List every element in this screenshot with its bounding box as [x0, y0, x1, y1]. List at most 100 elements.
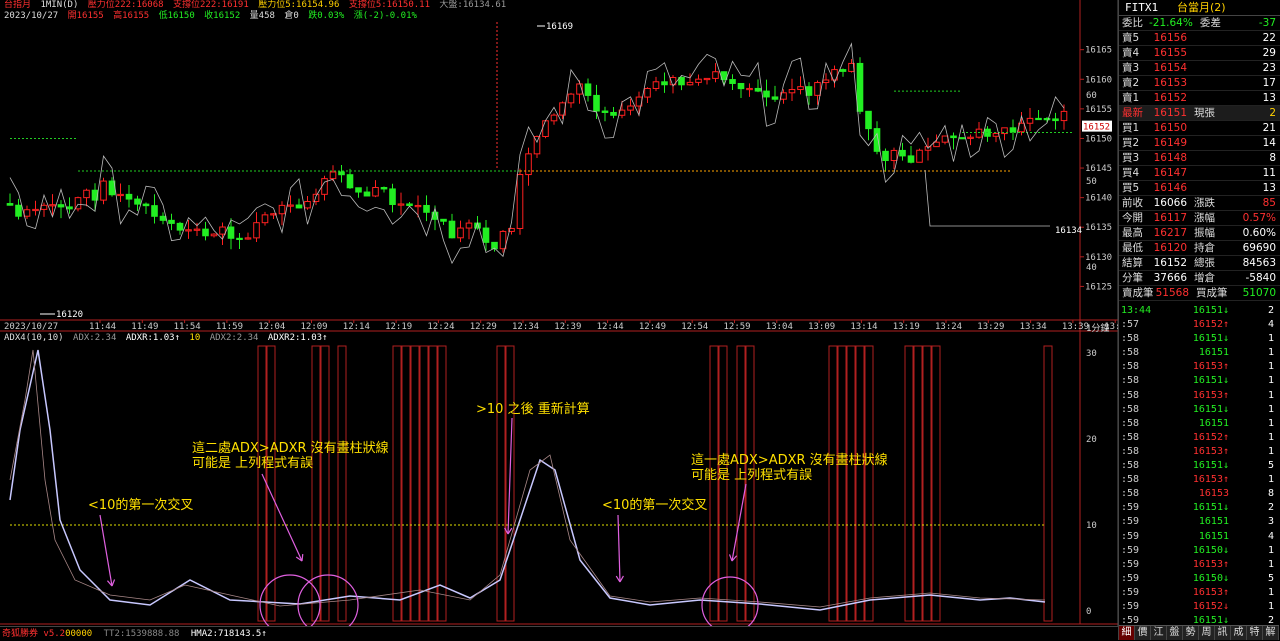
stat-value: 85	[1262, 197, 1276, 209]
bid-row: 買2 16149 14	[1119, 136, 1280, 151]
price-axis-label: 16160	[1085, 75, 1112, 85]
ask-price: 16155	[1153, 47, 1187, 59]
candle-body	[278, 204, 286, 215]
candle-body	[219, 226, 226, 235]
candle-body	[499, 230, 507, 250]
tick-price: 16151↓	[1192, 333, 1229, 345]
panel-tab-3[interactable]: 盤	[1167, 626, 1183, 640]
candle-body	[678, 77, 685, 86]
tick-qty: 1	[1267, 544, 1274, 556]
tick-price: 16151	[1198, 417, 1229, 429]
panel-tab-4[interactable]: 勢	[1183, 626, 1199, 640]
tick-row: :59 16151↓ 2	[1119, 501, 1280, 515]
candle-body	[907, 155, 915, 163]
symbol-name[interactable]: 台當月(2)	[1177, 0, 1280, 15]
stat-label: 漲跌	[1194, 197, 1215, 209]
candle-body	[695, 78, 702, 83]
candle-body	[1043, 118, 1051, 121]
candle-body	[729, 79, 736, 84]
time-axis-label: 12:44	[597, 322, 624, 332]
last-qty-label: 現張	[1194, 107, 1215, 119]
time-axis-label: 12:59	[724, 322, 751, 332]
annotation-arrow	[99, 514, 113, 587]
bid-label: 買5	[1122, 182, 1140, 194]
tick-time: :59	[1121, 600, 1140, 612]
tick-list[interactable]: 13:44 16151↓ 2:57 16152↑ 4:58 16151↓ 1:58 16151…	[1119, 304, 1280, 628]
index-mark: 16134	[1055, 226, 1082, 236]
chart-header-row2: 2023/10/27 開16155 高16155 低16150 收16152 量…	[4, 11, 421, 22]
ask-row: 賣3 16154 23	[1119, 61, 1280, 76]
panel-tab-7[interactable]: 成	[1231, 626, 1247, 640]
stat-label: 最高	[1122, 227, 1143, 239]
tick-qty: 8	[1267, 488, 1274, 500]
candle-body	[295, 204, 303, 209]
candle-body	[253, 222, 260, 239]
candle-body	[865, 110, 872, 130]
tick-qty: 4	[1267, 530, 1274, 542]
tick-row: :59 16150↓ 5	[1119, 572, 1280, 586]
candle-body	[363, 191, 371, 197]
adx-column	[837, 345, 847, 622]
panel-tab-8[interactable]: 特	[1247, 626, 1263, 640]
interval-label: 1MIN(D)	[40, 0, 79, 10]
candle-body	[117, 193, 124, 197]
panel-tab-6[interactable]: 訊	[1215, 626, 1231, 640]
panel-tab-5[interactable]: 周	[1199, 626, 1215, 640]
ask-qty: 29	[1262, 47, 1276, 59]
bid-ask-ratio-value: -21.64%	[1149, 17, 1193, 29]
candle-body	[1026, 117, 1034, 124]
panel-tab-0[interactable]: 細	[1119, 626, 1135, 640]
panel-tab-2[interactable]: 江	[1151, 626, 1167, 640]
tick-price: 16150↓	[1192, 572, 1229, 584]
time-axis-label: 13:19	[893, 322, 920, 332]
stat-value: 16217	[1153, 227, 1187, 239]
adxr2-value: ADXR2:1.03↑	[267, 333, 328, 343]
ask-row: 賣2 16153 17	[1119, 76, 1280, 91]
candle-body	[321, 178, 328, 195]
adx-axis-label: 40	[1086, 263, 1097, 273]
stat-label: 結算	[1122, 257, 1143, 269]
annotation-3: <10的第一次交叉	[88, 498, 194, 513]
bid-row: 買5 16146 13	[1119, 181, 1280, 196]
price-axis-label: 16155	[1085, 105, 1112, 115]
stat-value: -5840	[1245, 272, 1276, 284]
tick-row: :58 16151↓ 1	[1119, 374, 1280, 388]
candle-body	[882, 150, 889, 162]
chart-area[interactable]: 16165 16160 16155 16150 16145 16140 16135 16130…	[0, 0, 1118, 640]
tick-qty: 2	[1267, 502, 1274, 514]
candle-body	[380, 186, 388, 190]
p10-value: 10	[189, 333, 201, 343]
panel-tab-1[interactable]: 價	[1135, 626, 1151, 640]
candle-body	[516, 174, 524, 229]
tick-price: 16151↓	[1192, 403, 1229, 415]
candle-body	[958, 137, 966, 140]
time-axis-label: 13:04	[766, 322, 793, 332]
index-label: 大盤:16134.61	[439, 0, 507, 10]
app-code: 00000	[65, 629, 93, 639]
candle-body	[100, 180, 107, 201]
candle-body	[66, 206, 73, 210]
time-axis-label: 12:09	[301, 322, 328, 332]
candle-body	[329, 171, 337, 180]
adx-column	[311, 345, 321, 622]
tick-row: :58 16151 1	[1119, 346, 1280, 360]
bid-row: 買3 16148 8	[1119, 151, 1280, 166]
tick-time: :58	[1121, 375, 1140, 387]
adx-value: ADX:2.34	[73, 333, 117, 343]
tick-time: :58	[1121, 389, 1140, 401]
adx-column	[401, 345, 411, 622]
chart-canvas[interactable]: 16165 16160 16155 16150 16145 16140 16135 16130…	[0, 0, 1118, 640]
time-axis-label: 13:39	[1062, 322, 1089, 332]
pressure-label: 壓力位222:16068	[87, 0, 164, 10]
panel-tab-9[interactable]: 解	[1263, 626, 1279, 640]
time-axis-label: 13:14	[850, 322, 877, 332]
tick-qty: 1	[1267, 445, 1274, 457]
time-axis-first: 2023/10/27	[4, 322, 58, 332]
candle-body	[23, 209, 31, 217]
ask-label: 賣2	[1122, 77, 1140, 89]
price-axis-label: 16125	[1085, 282, 1112, 292]
bid-row: 買4 16147 11	[1119, 166, 1280, 181]
stat-row: 分筆 37666 增倉 -5840	[1119, 271, 1280, 286]
